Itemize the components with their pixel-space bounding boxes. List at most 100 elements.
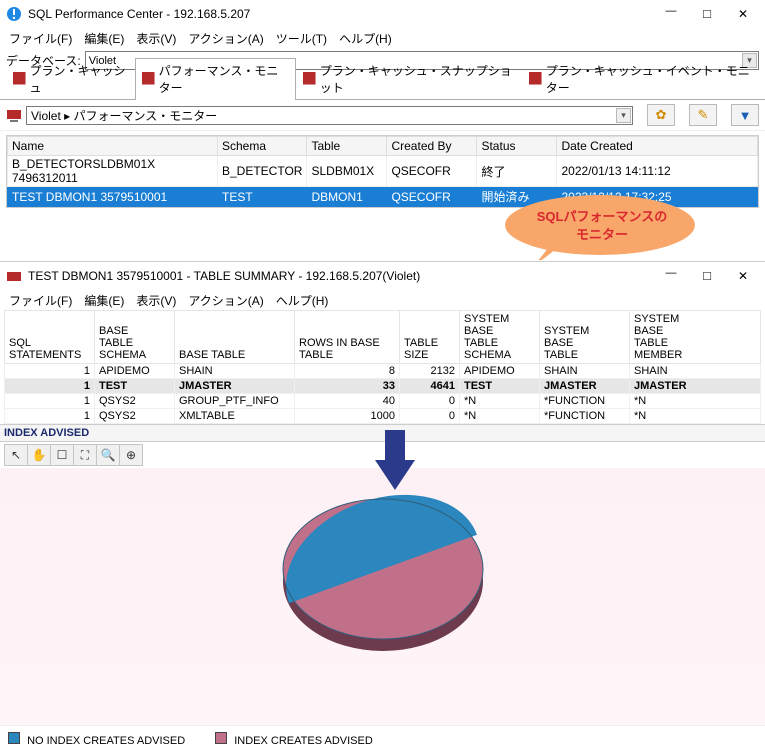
cell: 2132	[400, 364, 460, 379]
index-advised-header: INDEX ADVISED	[0, 424, 765, 442]
minimize-button[interactable]	[653, 263, 689, 289]
col-bschema[interactable]: BASE TABLE SCHEMA	[95, 311, 175, 364]
menu-edit[interactable]: 編集(E)	[81, 30, 127, 46]
col-smember[interactable]: SYSTEM BASE TABLE MEMBER	[630, 311, 761, 364]
tab-perf-monitor[interactable]: パフォーマンス・モニター	[135, 58, 296, 100]
tab-plan-cache-event-monitor[interactable]: プラン・キャッシュ・イベント・モニター	[522, 58, 759, 100]
close-button[interactable]	[725, 263, 761, 289]
menu-tool[interactable]: ツール(T)	[273, 30, 330, 46]
sql-icon	[303, 72, 316, 86]
breadcrumb-text: Violet ▸ パフォーマンス・モニター	[31, 107, 217, 124]
chevron-down-icon[interactable]	[616, 108, 631, 123]
window-title: TEST DBMON1 3579510001 - TABLE SUMMARY -…	[28, 269, 653, 283]
col-btable[interactable]: BASE TABLE	[175, 311, 295, 364]
cell-name: B_DETECTORSLDBM01X 7496312011	[8, 156, 218, 187]
cell: XMLTABLE	[175, 409, 295, 424]
cell: 40	[295, 394, 400, 409]
table-row[interactable]: 1 QSYS2 GROUP_PTF_INFO 40 0 *N *FUNCTION…	[5, 394, 761, 409]
col-rows[interactable]: ROWS IN BASE TABLE	[295, 311, 400, 364]
col-creator[interactable]: Created By	[387, 137, 477, 156]
pointer-tool-icon[interactable]: ↖	[4, 444, 28, 466]
main-tabs: プラン・キャッシュ パフォーマンス・モニター プラン・キャッシュ・スナップショッ…	[0, 73, 765, 100]
table-row-selected[interactable]: TEST DBMON1 3579510001 TEST DBMON1 QSECO…	[8, 187, 758, 207]
table-row-highlighted[interactable]: 1 TEST JMASTER 33 4641 TEST JMASTER JMAS…	[5, 379, 761, 394]
table-header-row[interactable]: SQL STATEMENTS BASE TABLE SCHEMA BASE TA…	[5, 311, 761, 364]
tab-label: プラン・キャッシュ	[30, 62, 127, 96]
reset-zoom-icon[interactable]: ⊕	[119, 444, 143, 466]
cell: TEST	[460, 379, 540, 394]
app-icon	[6, 6, 22, 22]
col-sschema[interactable]: SYSTEM BASE TABLE SCHEMA	[460, 311, 540, 364]
cell-schema: B_DETECTOR	[218, 156, 307, 187]
perf-center-titlebar[interactable]: SQL Performance Center - 192.168.5.207	[0, 0, 765, 28]
cell: 1	[5, 394, 95, 409]
new-monitor-button[interactable]: ✎	[689, 104, 717, 126]
maximize-button[interactable]	[689, 263, 725, 289]
tab-label: パフォーマンス・モニター	[159, 62, 288, 96]
cell: SHAIN	[630, 364, 761, 379]
cell-status: 終了	[477, 156, 557, 187]
menu-action[interactable]: アクション(A)	[185, 30, 266, 46]
cell-creator: QSECOFR	[387, 187, 477, 207]
table-row[interactable]: 1 QSYS2 XMLTABLE 1000 0 *N *FUNCTION *N	[5, 409, 761, 424]
cell: 0	[400, 409, 460, 424]
tab-plan-cache[interactable]: プラン・キャッシュ	[6, 58, 135, 100]
col-size[interactable]: TABLE SIZE	[400, 311, 460, 364]
col-sql[interactable]: SQL STATEMENTS	[5, 311, 95, 364]
table-row[interactable]: 1 APIDEMO SHAIN 8 2132 APIDEMO SHAIN SHA…	[5, 364, 761, 379]
col-date[interactable]: Date Created	[557, 137, 758, 156]
monitor-table[interactable]: Name Schema Table Created By Status Date…	[7, 136, 758, 207]
minimize-button[interactable]	[653, 1, 689, 27]
hand-tool-icon[interactable]: ✋	[27, 444, 51, 466]
summary-titlebar[interactable]: TEST DBMON1 3579510001 - TABLE SUMMARY -…	[0, 262, 765, 290]
cell: *N	[630, 394, 761, 409]
tab-plan-cache-snapshot[interactable]: プラン・キャッシュ・スナップショット	[296, 58, 522, 100]
cell: JMASTER	[630, 379, 761, 394]
menu-edit[interactable]: 編集(E)	[81, 292, 127, 308]
cell: 8	[295, 364, 400, 379]
menu-view[interactable]: 表示(V)	[133, 30, 179, 46]
sql-icon	[529, 72, 542, 86]
refresh-button[interactable]: ✿	[647, 104, 675, 126]
col-table[interactable]: Table	[307, 137, 387, 156]
cell: 4641	[400, 379, 460, 394]
legend-item-index: INDEX CREATES ADVISED	[215, 732, 373, 747]
cell-status: 開始済み	[477, 187, 557, 207]
col-schema[interactable]: Schema	[218, 137, 307, 156]
menu-help[interactable]: ヘルプ(H)	[273, 292, 332, 308]
cell-schema: TEST	[218, 187, 307, 207]
table-row[interactable]: B_DETECTORSLDBM01X 7496312011 B_DETECTOR…	[8, 156, 758, 187]
maximize-button[interactable]	[689, 1, 725, 27]
pie-chart	[268, 481, 498, 661]
main-menubar: ファイル(F) 編集(E) 表示(V) アクション(A) ツール(T) ヘルプ(…	[0, 28, 765, 48]
summary-table[interactable]: SQL STATEMENTS BASE TABLE SCHEMA BASE TA…	[4, 310, 761, 424]
col-name[interactable]: Name	[8, 137, 218, 156]
menu-file[interactable]: ファイル(F)	[6, 30, 75, 46]
chart-toolbar: ↖ ✋ ☐ ⛶ 🔍 ⊕	[0, 442, 765, 468]
inspect-tool-icon[interactable]: ☐	[50, 444, 74, 466]
color-swatch-icon	[8, 732, 20, 744]
zoom-area-icon[interactable]: ⛶	[73, 444, 97, 466]
menu-view[interactable]: 表示(V)	[133, 292, 179, 308]
breadcrumb-combo[interactable]: Violet ▸ パフォーマンス・モニター	[26, 106, 633, 125]
breadcrumb-row: Violet ▸ パフォーマンス・モニター ✿ ✎ ▼	[0, 100, 765, 131]
menu-action[interactable]: アクション(A)	[185, 292, 266, 308]
table-header-row[interactable]: Name Schema Table Created By Status Date…	[8, 137, 758, 156]
zoom-in-icon[interactable]: 🔍	[96, 444, 120, 466]
col-stable[interactable]: SYSTEM BASE TABLE	[540, 311, 630, 364]
col-status[interactable]: Status	[477, 137, 557, 156]
cell-date: 2022/01/13 14:11:12	[557, 156, 758, 187]
menu-file[interactable]: ファイル(F)	[6, 292, 75, 308]
cell: 33	[295, 379, 400, 394]
pie-chart-area[interactable]	[0, 468, 765, 725]
filter-button[interactable]: ▼	[731, 104, 759, 126]
cell: APIDEMO	[460, 364, 540, 379]
app-icon	[6, 268, 22, 284]
menu-help[interactable]: ヘルプ(H)	[336, 30, 395, 46]
tab-label: プラン・キャッシュ・イベント・モニター	[546, 62, 750, 96]
cell: 0	[400, 394, 460, 409]
close-button[interactable]	[725, 1, 761, 27]
cell-date: 2023/12/12 17:32:25	[557, 187, 758, 207]
cell: 1	[5, 364, 95, 379]
cell: *FUNCTION	[540, 409, 630, 424]
